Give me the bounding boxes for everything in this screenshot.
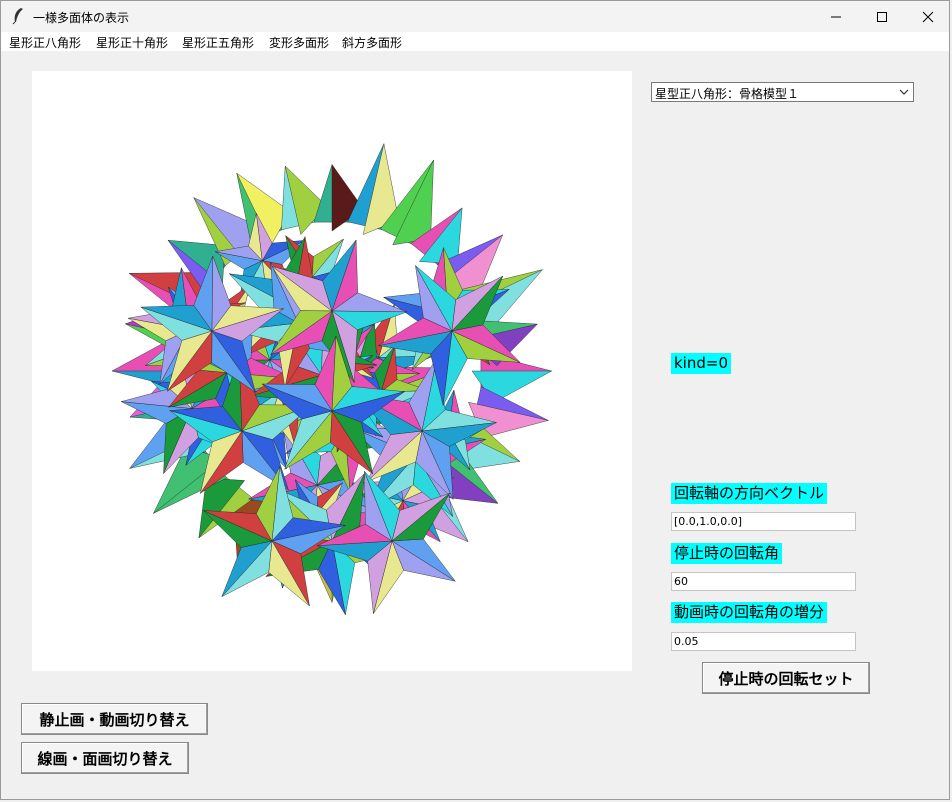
chevron-down-icon <box>899 89 909 95</box>
menu-deformed[interactable]: 変形多面形 <box>269 34 329 51</box>
toggle-render-button[interactable]: 線画・面画切り替え <box>21 742 189 774</box>
kind-label: kind=0 <box>671 353 731 374</box>
window-title: 一様多面体の表示 <box>33 11 130 25</box>
anim-increment-field[interactable]: 0.05 <box>671 632 856 651</box>
toggle-animation-button[interactable]: 静止画・動画切り替え <box>21 703 208 735</box>
maximize-button[interactable] <box>859 1 905 32</box>
close-icon <box>922 11 934 22</box>
model-select[interactable]: 星型正八角形：骨格模型１ <box>651 82 914 102</box>
stop-angle-label: 停止時の回転角 <box>671 543 783 564</box>
close-button[interactable] <box>905 1 951 32</box>
feather-icon <box>12 8 23 25</box>
axis-field[interactable]: [0.0,1.0,0.0] <box>671 512 856 531</box>
menu-star-decagon[interactable]: 星形正十角形 <box>96 34 168 51</box>
axis-label: 回転軸の方向ベクトル <box>671 483 828 504</box>
stop-angle-field[interactable]: 60 <box>671 572 856 591</box>
menu-star-octagon[interactable]: 星形正八角形 <box>9 34 81 51</box>
polyhedron-canvas[interactable] <box>32 71 632 671</box>
anim-increment-label: 動画時の回転角の増分 <box>671 602 828 623</box>
title-bar: 一様多面体の表示 <box>1 1 949 32</box>
menu-rhombic[interactable]: 斜方多面形 <box>342 34 402 51</box>
minimize-icon <box>831 16 841 17</box>
polyhedron-drawing <box>111 143 552 615</box>
minimize-button[interactable] <box>813 1 859 32</box>
app-window: 一様多面体の表示 星形正八角形 星形正十角形 星形正五角形 変形多面形 斜方多面… <box>0 0 950 800</box>
menu-star-pentagon[interactable]: 星形正五角形 <box>182 34 254 51</box>
model-select-value: 星型正八角形：骨格模型１ <box>655 87 800 101</box>
menu-bar: 星形正八角形 星形正十角形 星形正五角形 変形多面形 斜方多面形 <box>1 32 949 51</box>
set-rotation-button[interactable]: 停止時の回転セット <box>702 662 870 694</box>
maximize-icon <box>877 11 887 22</box>
